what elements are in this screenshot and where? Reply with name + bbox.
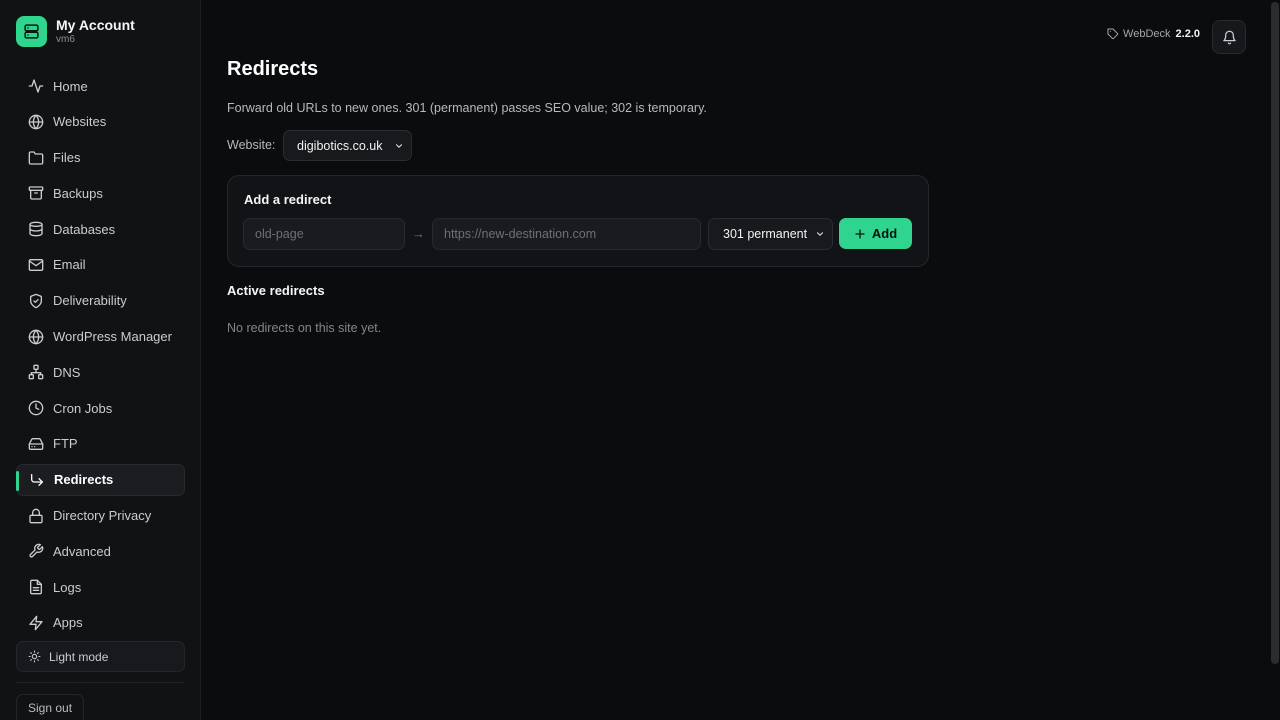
sidebar-item-label: DNS: [53, 364, 81, 380]
arrow-icon: →: [412, 226, 425, 241]
sidebar-item-label: WordPress Manager: [53, 329, 172, 345]
sidebar-item-backups[interactable]: Backups: [16, 177, 185, 209]
sidebar-item-home[interactable]: Home: [16, 70, 185, 102]
light-mode-label: Light mode: [49, 649, 109, 664]
sign-out-button[interactable]: Sign out: [16, 694, 85, 720]
sidebar-item-label: Advanced: [53, 543, 111, 559]
drive-icon: [28, 437, 44, 450]
brand[interactable]: My Account vm6: [16, 16, 135, 47]
sidebar-item-label: Redirects: [54, 472, 114, 488]
shield-icon: [30, 293, 42, 309]
sidebar-item-logs[interactable]: Logs: [16, 571, 185, 603]
redirect-type-select[interactable]: 301 permanent: [708, 218, 833, 250]
sidebar-item-label: Backups: [53, 185, 103, 201]
wrench-icon: [29, 544, 44, 558]
sidebar-item-wordpress-manager[interactable]: WordPress Manager: [16, 321, 185, 353]
page-title: Redirects: [227, 58, 319, 80]
sidebar-item-deliverability[interactable]: Deliverability: [16, 285, 185, 317]
sidebar-item-label: FTP: [53, 436, 78, 452]
plus-icon: [855, 228, 865, 239]
clock-icon: [28, 400, 44, 416]
mail-icon: [28, 258, 44, 271]
sidebar-item-label: Email: [53, 257, 86, 273]
destination-url-input[interactable]: [432, 218, 701, 250]
sidebar-item-apps[interactable]: Apps: [16, 607, 185, 639]
sidebar-item-websites[interactable]: Websites: [16, 106, 185, 138]
sidebar-item-redirects[interactable]: Redirects: [16, 463, 185, 496]
sidebar-item-label: Apps: [53, 615, 83, 631]
sidebar-item-databases[interactable]: Databases: [16, 213, 185, 245]
active-redirects-title: Active redirects: [227, 283, 325, 298]
add-redirect-title: Add a redirect: [244, 192, 332, 207]
sidebar-item-label: Logs: [53, 579, 82, 595]
light-mode-toggle[interactable]: Light mode: [16, 641, 185, 672]
sidebar-item-advanced[interactable]: Advanced: [16, 535, 185, 567]
file-text-icon: [30, 579, 42, 595]
sidebar-item-cron-jobs[interactable]: Cron Jobs: [16, 392, 185, 424]
website-selected-value: digibotics.co.uk: [297, 138, 383, 153]
sidebar-item-files[interactable]: Files: [16, 142, 185, 174]
lightning-icon: [29, 615, 43, 631]
page-description: Forward old URLs to new ones. 301 (perma…: [227, 101, 707, 115]
sidebar-item-label: Home: [53, 78, 88, 94]
sidebar: My Account vm6 Home Websites Files Backu…: [0, 0, 201, 720]
database-icon: [29, 221, 43, 237]
globe-icon: [28, 114, 44, 130]
sidebar-item-label: Deliverability: [53, 293, 127, 309]
add-button-label: Add: [871, 226, 898, 241]
redirect-type-value: 301 permanent: [723, 227, 808, 241]
version-number: 2.2.0: [1175, 28, 1200, 40]
sidebar-item-label: Cron Jobs: [53, 400, 113, 416]
product-name: WebDeck: [1123, 28, 1171, 40]
network-icon: [28, 365, 44, 380]
sidebar-item-label: Databases: [53, 221, 116, 237]
sidebar-item-email[interactable]: Email: [16, 249, 185, 281]
sidebar-divider: [16, 682, 185, 683]
archive-icon: [28, 186, 44, 201]
version-badge: WebDeck 2.2.0: [1107, 28, 1200, 40]
chevron-down-icon: [816, 232, 824, 236]
website-select[interactable]: digibotics.co.uk: [283, 130, 412, 161]
bell-icon: [1222, 30, 1236, 44]
chevron-down-icon: [395, 143, 403, 148]
sidebar-item-label: Websites: [53, 114, 107, 130]
redirect-arrow-icon: [31, 473, 43, 486]
activity-icon: [28, 79, 44, 93]
sidebar-nav: Home Websites Files Backups Databases Em…: [16, 70, 185, 643]
sidebar-item-dns[interactable]: DNS: [16, 356, 185, 388]
sun-icon: [28, 650, 41, 663]
sidebar-item-directory-privacy[interactable]: Directory Privacy: [16, 500, 185, 532]
sidebar-item-label: Files: [53, 150, 81, 166]
source-path-input[interactable]: [243, 218, 405, 250]
empty-state-message: No redirects on this site yet.: [227, 321, 382, 335]
sidebar-item-label: Directory Privacy: [53, 508, 152, 524]
website-label: Website:: [227, 138, 276, 152]
sidebar-item-ftp[interactable]: FTP: [16, 428, 185, 460]
account-subtitle: vm6: [56, 34, 75, 45]
tag-icon: [1107, 28, 1119, 40]
add-redirect-button[interactable]: Add: [839, 218, 912, 249]
server-icon: [16, 16, 47, 47]
account-title: My Account: [56, 17, 135, 33]
globe-icon: [28, 329, 44, 344]
lock-icon: [29, 508, 43, 523]
notifications-button[interactable]: [1212, 20, 1246, 54]
folder-icon: [28, 150, 44, 165]
scrollbar-thumb[interactable]: [1271, 2, 1279, 664]
